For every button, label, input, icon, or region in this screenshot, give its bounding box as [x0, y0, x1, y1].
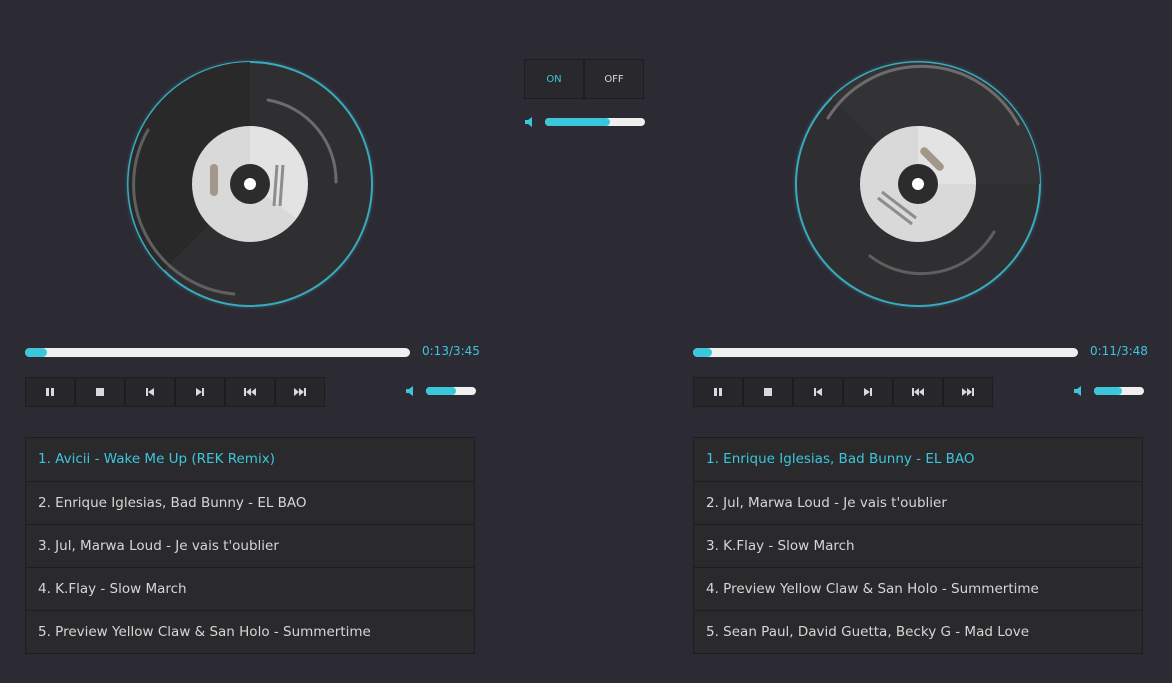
speaker-icon[interactable]	[524, 115, 538, 129]
deck-left: 0:13/3:45 1. Avicii - Wake Me Up (REK Re…	[25, 0, 480, 683]
progress-fill	[25, 348, 48, 357]
deck-volume	[405, 384, 476, 398]
master-volume-slider[interactable]	[545, 118, 645, 126]
speaker-icon[interactable]	[405, 384, 419, 398]
pause-button[interactable]	[693, 377, 743, 407]
previous-button[interactable]	[793, 377, 843, 407]
rewind-icon	[912, 388, 924, 396]
playlist-item[interactable]: 3. K.Flay - Slow March	[694, 524, 1142, 567]
playlist-item[interactable]: 1. Enrique Iglesias, Bad Bunny - EL BAO	[694, 438, 1142, 481]
volume-fill	[1094, 387, 1122, 395]
stop-button[interactable]	[743, 377, 793, 407]
playlist: 1. Avicii - Wake Me Up (REK Remix) 2. En…	[25, 437, 475, 654]
stop-button[interactable]	[75, 377, 125, 407]
volume-slider[interactable]	[1094, 387, 1144, 395]
next-icon	[196, 388, 204, 396]
master-volume	[524, 115, 645, 129]
next-button[interactable]	[175, 377, 225, 407]
previous-icon	[814, 388, 822, 396]
off-button[interactable]: OFF	[584, 59, 644, 99]
volume-fill	[426, 387, 456, 395]
deck-right: 0:11/3:48 1. Enrique Iglesias, Bad Bunny…	[693, 0, 1148, 683]
time-display: 0:11/3:48	[1090, 344, 1148, 358]
transport-controls	[25, 377, 325, 407]
playlist-item[interactable]: 3. Jul, Marwa Loud - Je vais t'oublier	[26, 524, 474, 567]
previous-icon	[146, 388, 154, 396]
playlist-item[interactable]: 5. Preview Yellow Claw & San Holo - Summ…	[26, 610, 474, 653]
playlist-item[interactable]: 5. Sean Paul, David Guetta, Becky G - Ma…	[694, 610, 1142, 653]
fast-forward-icon	[294, 388, 306, 396]
speaker-icon[interactable]	[1073, 384, 1087, 398]
rewind-icon	[244, 388, 256, 396]
master-volume-fill	[545, 118, 610, 126]
progress-bar[interactable]	[693, 348, 1078, 357]
power-toggle: ON OFF	[524, 59, 644, 99]
time-display: 0:13/3:45	[422, 344, 480, 358]
stop-icon	[96, 388, 104, 396]
rewind-button[interactable]	[225, 377, 275, 407]
volume-slider[interactable]	[426, 387, 476, 395]
vinyl-disc[interactable]	[124, 58, 376, 310]
playlist-item[interactable]: 2. Enrique Iglesias, Bad Bunny - EL BAO	[26, 481, 474, 524]
playlist: 1. Enrique Iglesias, Bad Bunny - EL BAO …	[693, 437, 1143, 654]
pause-icon	[46, 388, 54, 396]
rewind-button[interactable]	[893, 377, 943, 407]
playlist-item[interactable]: 2. Jul, Marwa Loud - Je vais t'oublier	[694, 481, 1142, 524]
transport-controls	[693, 377, 993, 407]
previous-button[interactable]	[125, 377, 175, 407]
fast-forward-button[interactable]	[943, 377, 993, 407]
deck-volume	[1073, 384, 1144, 398]
fast-forward-icon	[962, 388, 974, 396]
vinyl-disc-icon	[792, 58, 1044, 310]
on-button[interactable]: ON	[524, 59, 584, 99]
next-icon	[864, 388, 872, 396]
progress-bar[interactable]	[25, 348, 410, 357]
stop-icon	[764, 388, 772, 396]
playlist-item[interactable]: 4. Preview Yellow Claw & San Holo - Summ…	[694, 567, 1142, 610]
playlist-item[interactable]: 1. Avicii - Wake Me Up (REK Remix)	[26, 438, 474, 481]
vinyl-disc[interactable]	[792, 58, 1044, 310]
fast-forward-button[interactable]	[275, 377, 325, 407]
vinyl-disc-icon	[124, 58, 376, 310]
progress-fill	[693, 348, 713, 357]
playlist-item[interactable]: 4. K.Flay - Slow March	[26, 567, 474, 610]
next-button[interactable]	[843, 377, 893, 407]
pause-icon	[714, 388, 722, 396]
pause-button[interactable]	[25, 377, 75, 407]
